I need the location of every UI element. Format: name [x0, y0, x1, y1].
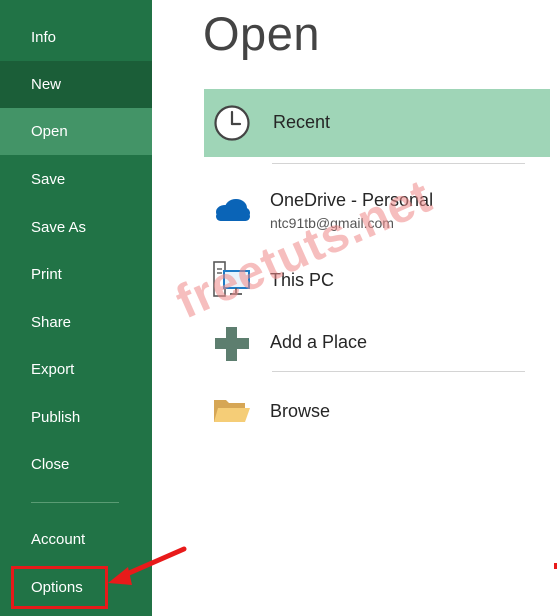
nav-item-close[interactable]: Close: [0, 441, 152, 488]
location-add-a-place[interactable]: Add a Place: [204, 318, 550, 366]
folder-icon: [214, 400, 250, 422]
location-recent[interactable]: Recent: [204, 89, 550, 157]
nav-item-save[interactable]: Save: [0, 156, 152, 203]
location-browse[interactable]: Browse: [204, 388, 550, 436]
annotation-arrow-icon: [108, 546, 187, 585]
page-title: Open: [203, 7, 320, 60]
onedrive-cloud-icon: [216, 199, 250, 221]
add-place-icon: [215, 327, 249, 361]
separator: [272, 371, 525, 372]
location-onedrive[interactable]: OneDrive - Personal ntc91tb@gmail.com: [204, 180, 550, 236]
computer-icon: [213, 261, 250, 297]
clock-icon: [214, 105, 250, 141]
location-label: OneDrive - Personal: [270, 190, 434, 210]
location-label: Recent: [273, 112, 331, 132]
nav-item-export[interactable]: Export: [0, 346, 152, 393]
options-highlight-box: [11, 566, 108, 609]
separator: [272, 163, 525, 164]
location-this-pc[interactable]: This PC: [204, 256, 550, 304]
annotation-mark: [554, 563, 557, 569]
nav-divider: [31, 502, 119, 503]
nav-item-print[interactable]: Print: [0, 251, 152, 298]
backstage-nav: Info New Open Save Save As Print Share E…: [0, 0, 152, 616]
location-label: Add a Place: [270, 332, 368, 352]
nav-item-share[interactable]: Share: [0, 299, 152, 346]
location-label: Browse: [270, 401, 331, 421]
account-email: ntc91tb@gmail.com: [270, 215, 394, 231]
nav-item-open[interactable]: Open: [0, 108, 152, 155]
nav-item-new[interactable]: New: [0, 61, 152, 108]
nav-item-save-as[interactable]: Save As: [0, 204, 152, 251]
nav-item-info[interactable]: Info: [0, 14, 152, 61]
location-label: This PC: [270, 270, 335, 290]
nav-item-publish[interactable]: Publish: [0, 394, 152, 441]
